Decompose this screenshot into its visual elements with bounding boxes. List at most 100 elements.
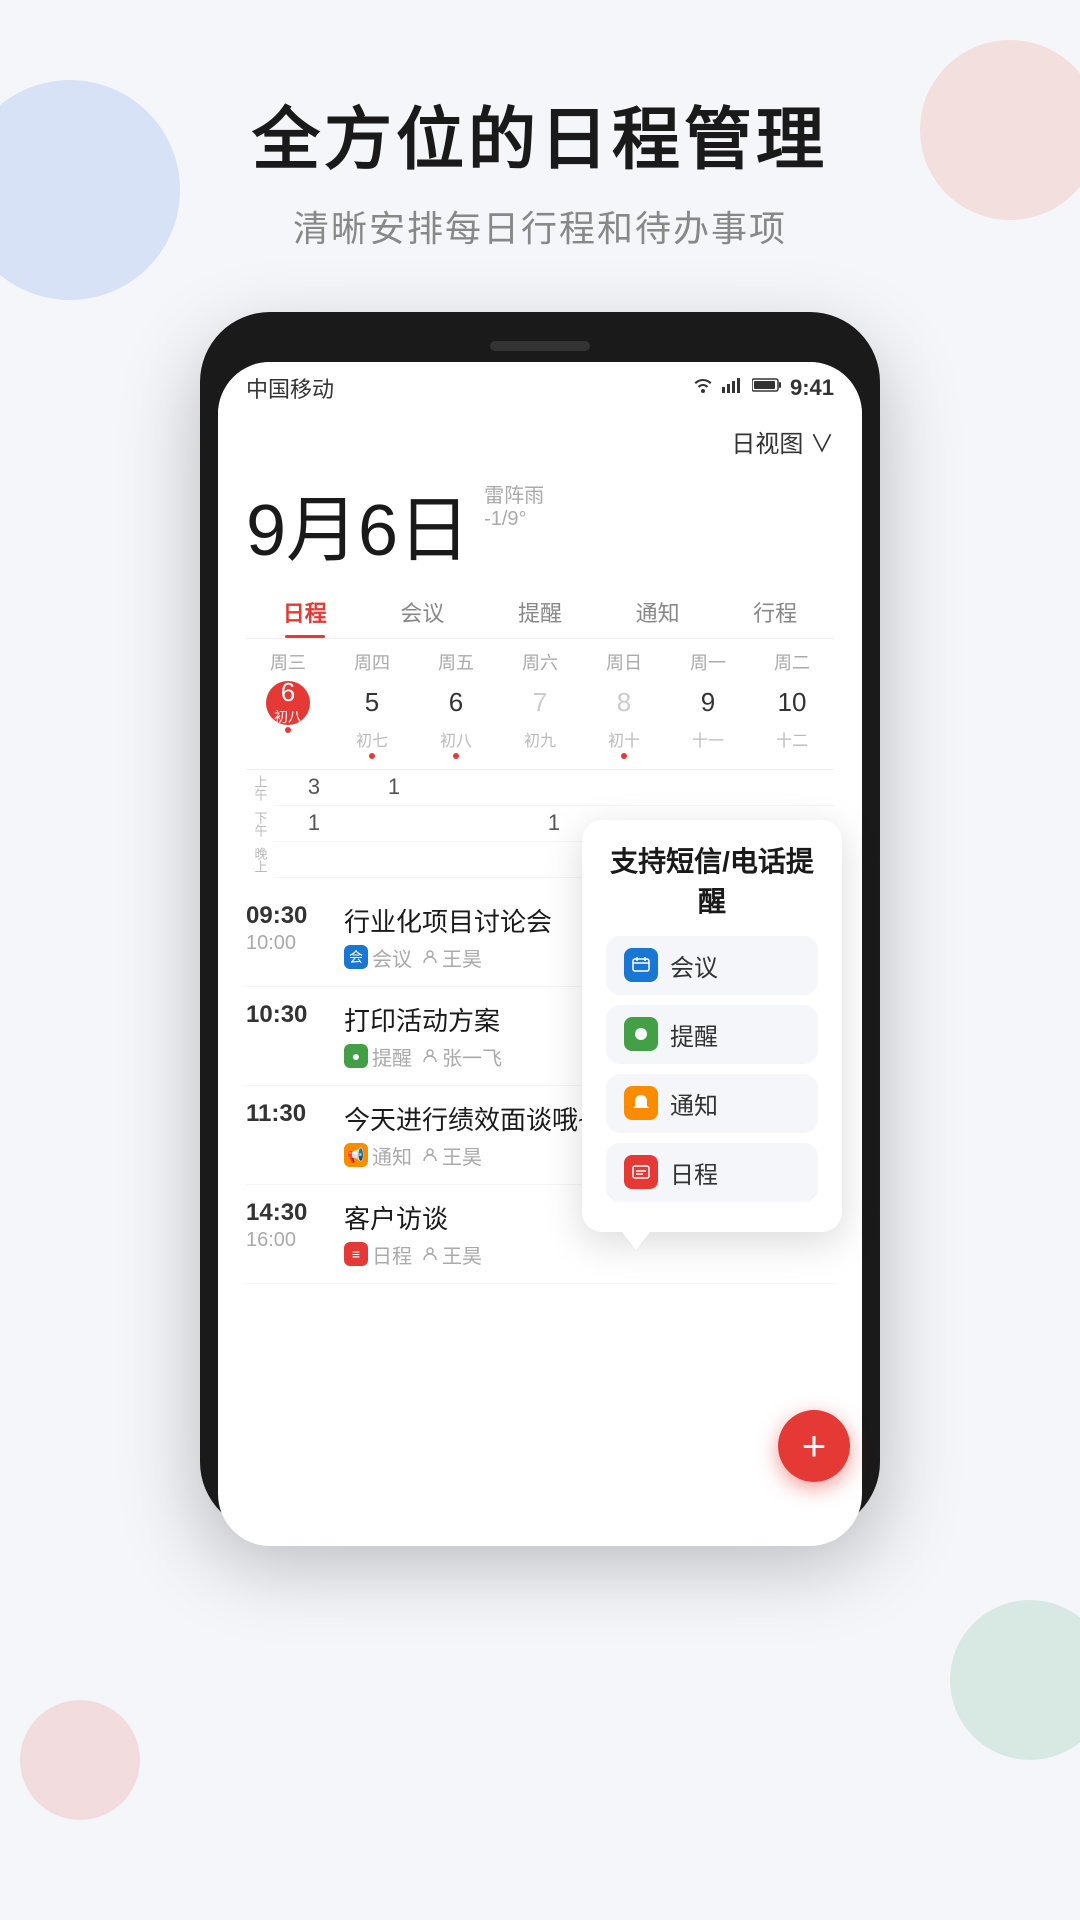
tab-notification[interactable]: 通知	[599, 586, 717, 638]
date-display: 9月6日	[246, 471, 470, 576]
period-morning: 上午	[246, 770, 274, 806]
tooltip-popup: 支持短信/电话提醒 会议 提醒 通知	[582, 820, 842, 1232]
tooltip-btn-icon-schedule	[624, 1155, 658, 1189]
day-lunar-fri: 初八	[440, 727, 472, 751]
tag-icon-1130: 📢	[344, 1143, 368, 1167]
time-main-1430: 14:30	[246, 1199, 336, 1227]
person-name-1030: 张一飞	[442, 1042, 502, 1071]
phone-screen: 中国移动 9:41 日视图 ∨	[218, 362, 862, 1546]
tab-schedule[interactable]: 日程	[246, 586, 364, 638]
weather-temp: -1/9°	[484, 508, 544, 531]
week-day-7[interactable]: 7 初九	[498, 681, 582, 759]
tag-person-1430: 王昊	[422, 1240, 482, 1269]
day-number-8: 8	[602, 681, 646, 725]
day-label-sat: 周六	[498, 649, 582, 675]
day-label-sun: 周日	[582, 649, 666, 675]
event-grid-periods: 上午 下午 晚上	[246, 770, 274, 878]
day-lunar-7: 初九	[524, 727, 556, 751]
phone-mockup: 中国移动 9:41 日视图 ∨	[200, 312, 880, 1532]
tooltip-btn-label-schedule: 日程	[670, 1155, 718, 1190]
event-cell-1-3: -	[274, 842, 354, 878]
day-label-thu: 周四	[330, 649, 414, 675]
tooltip-btn-icon-meeting	[624, 948, 658, 982]
signal-icon	[722, 377, 744, 398]
day-number-9: 9	[686, 681, 730, 725]
day-lunar-10: 十二	[776, 727, 808, 751]
meta-tag-1130: 📢 通知	[344, 1141, 412, 1170]
bg-circle-red	[20, 1700, 140, 1820]
tooltip-btn-schedule[interactable]: 日程	[606, 1143, 818, 1202]
status-time: 9:41	[790, 375, 834, 401]
day-dot-8	[621, 753, 627, 759]
period-evening: 晚上	[246, 842, 274, 878]
tooltip-btn-reminder[interactable]: 提醒	[606, 1005, 818, 1064]
event-col-3: - - -	[434, 770, 514, 878]
day-dot-5	[369, 753, 375, 759]
week-day-8[interactable]: 8 初十	[582, 681, 666, 759]
tag-label-1430: 日程	[372, 1240, 412, 1269]
date-day: 9月6日	[246, 491, 470, 571]
day-dot-6	[285, 727, 291, 733]
event-cell-3-2: -	[434, 806, 514, 842]
tab-itinerary[interactable]: 行程	[716, 586, 834, 638]
tooltip-btn-notification[interactable]: 通知	[606, 1074, 818, 1133]
week-days-numbers: 6 初八 5 初七	[246, 681, 834, 759]
schedule-time-1130: 11:30	[246, 1100, 336, 1128]
event-cell-1-2: 1	[274, 806, 354, 842]
tag-person-1130: 王昊	[422, 1141, 482, 1170]
time-main-0930: 09:30	[246, 902, 336, 930]
tab-reminder[interactable]: 提醒	[481, 586, 599, 638]
event-cell-4-1: -	[514, 770, 594, 806]
tag-icon-1430: ≡	[344, 1242, 368, 1266]
tag-label-1030: 提醒	[372, 1042, 412, 1071]
tab-meeting[interactable]: 会议	[364, 586, 482, 638]
day-dot-fri	[453, 753, 459, 759]
week-day-5[interactable]: 5 初七	[330, 681, 414, 759]
phone-notch	[490, 341, 590, 351]
phone-frame: 中国移动 9:41 日视图 ∨	[200, 312, 880, 1532]
event-cell-5-1: -	[594, 770, 674, 806]
status-bar: 中国移动 9:41	[218, 362, 862, 414]
event-col-2: 1 - -	[354, 770, 434, 878]
day-number-5: 5	[350, 681, 394, 725]
fab-add-button[interactable]: +	[778, 1410, 850, 1482]
tag-icon-0930: 会	[344, 945, 368, 969]
person-name-1430: 王昊	[442, 1240, 482, 1269]
tooltip-btn-label-meeting: 会议	[670, 948, 718, 983]
meta-tag-0930: 会 会议	[344, 943, 412, 972]
tooltip-btn-label-notification: 通知	[670, 1086, 718, 1121]
day-number-6: 6 初八	[266, 681, 310, 725]
week-day-fri[interactable]: 6 初八	[414, 681, 498, 759]
event-cell-2-3: -	[354, 842, 434, 878]
tooltip-btn-meeting[interactable]: 会议	[606, 936, 818, 995]
time-main-1030: 10:30	[246, 1001, 336, 1029]
day-label-tue: 周二	[750, 649, 834, 675]
tag-icon-1030: ●	[344, 1044, 368, 1068]
week-day-9[interactable]: 9 十一	[666, 681, 750, 759]
view-selector[interactable]: 日视图 ∨	[246, 414, 834, 465]
day-number-fri: 6	[434, 681, 478, 725]
tooltip-arrow	[622, 1232, 650, 1250]
tooltip-btn-label-reminder: 提醒	[670, 1017, 718, 1052]
person-name-0930: 王昊	[442, 943, 482, 972]
schedule-meta-1430: ≡ 日程 王昊	[344, 1240, 834, 1269]
schedule-time-1430: 14:30 16:00	[246, 1199, 336, 1252]
date-weather: 雷阵雨 -1/9°	[484, 471, 544, 531]
meta-tag-1430: ≡ 日程	[344, 1240, 412, 1269]
event-cell-2-1: 1	[354, 770, 434, 806]
battery-icon	[752, 377, 782, 398]
hero-title: 全方位的日程管理	[0, 100, 1080, 182]
day-lunar-9: 十一	[692, 727, 724, 751]
hero-subtitle: 清晰安排每日行程和待办事项	[0, 200, 1080, 252]
weather-name: 雷阵雨	[484, 479, 544, 508]
event-col-1: 3 1 -	[274, 770, 354, 878]
event-cell-3-3: -	[434, 842, 514, 878]
day-label-fri: 周五	[414, 649, 498, 675]
week-day-6[interactable]: 6 初八	[246, 681, 330, 759]
week-day-10[interactable]: 10 十二	[750, 681, 834, 759]
tag-person-1030: 张一飞	[422, 1042, 502, 1071]
date-header: 9月6日 雷阵雨 -1/9°	[246, 465, 834, 586]
week-calendar: 周三 周四 周五 周六 周日 周一 周二 6	[246, 649, 834, 759]
hero-section: 全方位的日程管理 清晰安排每日行程和待办事项	[0, 0, 1080, 252]
tooltip-btn-icon-notification	[624, 1086, 658, 1120]
